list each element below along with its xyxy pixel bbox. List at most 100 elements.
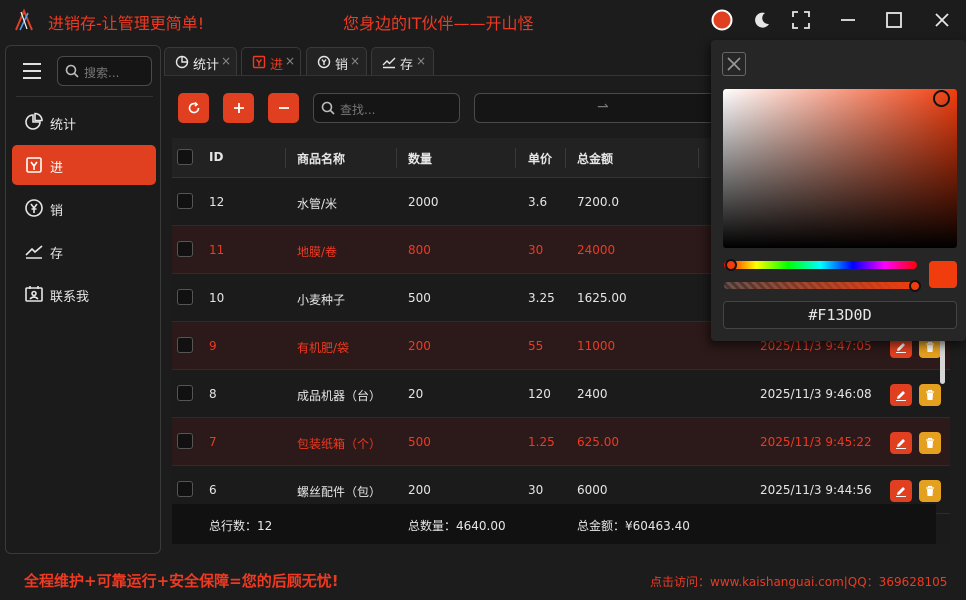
alpha-handle[interactable] <box>909 280 921 292</box>
cell-qty: 200 <box>408 339 431 353</box>
row-checkbox[interactable] <box>177 385 193 401</box>
delete-button[interactable] <box>919 480 941 502</box>
table-scrollbar[interactable] <box>940 340 945 384</box>
row-checkbox[interactable] <box>177 289 193 305</box>
column-header-name[interactable]: 商品名称 <box>297 150 345 167</box>
column-divider <box>698 148 699 168</box>
trash-icon <box>926 389 934 400</box>
app-title: 进销存-让管理更简单! <box>48 14 205 33</box>
row-checkbox[interactable] <box>177 433 193 449</box>
cell-name: 小麦种子 <box>297 293 346 307</box>
maximize-button[interactable] <box>882 8 906 32</box>
tab-label: 统计 <box>193 58 220 73</box>
delete-button[interactable] <box>919 384 941 406</box>
cell-id: 6 <box>209 483 217 497</box>
table-summary: 总行数：12 总数量：4640.00 总金额：¥60463.40 <box>172 504 936 544</box>
tab-stock[interactable]: 存 × <box>371 47 434 75</box>
alpha-slider[interactable] <box>724 282 917 289</box>
select-all-checkbox[interactable] <box>177 149 193 165</box>
row-checkbox[interactable] <box>177 193 193 209</box>
cell-qty: 800 <box>408 243 431 257</box>
theme-toggle-button[interactable] <box>750 8 774 32</box>
sidebar-item-sales[interactable]: 销 <box>12 188 156 228</box>
remove-button[interactable] <box>268 93 299 123</box>
saturation-handle[interactable] <box>933 90 950 107</box>
close-icon <box>727 57 741 71</box>
column-header-id[interactable]: ID <box>209 150 223 164</box>
minimize-icon <box>841 19 855 21</box>
trash-icon <box>926 485 934 496</box>
delete-button[interactable] <box>919 432 941 454</box>
row-checkbox[interactable] <box>177 481 193 497</box>
search-input[interactable]: 查找... <box>313 93 460 123</box>
pencil-icon <box>896 487 906 497</box>
picker-close-button[interactable] <box>722 52 746 76</box>
close-button[interactable] <box>930 8 954 32</box>
cell-id: 9 <box>209 339 217 353</box>
tab-label: 进 <box>270 58 284 73</box>
tab-sales[interactable]: 销 × <box>306 47 367 75</box>
sidebar-item-label: 进 <box>50 161 64 176</box>
column-header-price[interactable]: 单价 <box>528 150 552 167</box>
color-picker-popup: #F13D0D <box>711 40 966 341</box>
edit-button[interactable] <box>890 384 912 406</box>
cell-name: 螺丝配件（包） <box>297 485 382 499</box>
cell-price: 3.6 <box>528 195 548 209</box>
sidebar-divider <box>16 96 153 97</box>
edit-button[interactable] <box>890 432 912 454</box>
app-logo-icon <box>15 8 33 31</box>
tab-stats[interactable]: 统计 × <box>164 47 237 75</box>
sidebar-item-stock[interactable]: 存 <box>12 231 156 271</box>
sidebar-item-label: 联系我 <box>50 290 90 305</box>
moon-icon <box>755 12 769 28</box>
column-header-total[interactable]: 总金额 <box>577 150 613 167</box>
trash-icon <box>926 341 934 352</box>
cell-total: 2400 <box>577 387 608 401</box>
tab-close-icon[interactable]: × <box>416 54 426 68</box>
tab-inbound[interactable]: 进 × <box>241 47 301 75</box>
color-dot-icon <box>711 9 733 31</box>
hex-input[interactable]: #F13D0D <box>723 301 957 329</box>
add-button[interactable] <box>223 93 254 123</box>
pencil-icon <box>896 391 906 401</box>
tab-label: 存 <box>400 58 414 73</box>
trash-icon <box>926 437 934 448</box>
cell-total: 11000 <box>577 339 616 353</box>
tab-close-icon[interactable]: × <box>221 54 231 68</box>
sidebar-item-stats[interactable]: 统计 <box>12 102 156 142</box>
cell-total: 7200.0 <box>577 195 619 209</box>
table-row[interactable]: 7 包装纸箱（个） 500 1.25 625.00 2025/11/3 9:45:22 <box>172 418 950 466</box>
column-divider <box>285 148 286 168</box>
footer-link[interactable]: 点击访问：www.kaishanguai.com|QQ：369628105 <box>650 573 947 590</box>
column-header-qty[interactable]: 数量 <box>408 150 432 167</box>
fullscreen-button[interactable] <box>789 8 813 32</box>
table-row[interactable]: 8 成品机器（台） 20 120 2400 2025/11/3 9:46:08 <box>172 370 950 418</box>
row-checkbox[interactable] <box>177 337 193 353</box>
saturation-value-area[interactable] <box>723 89 957 248</box>
hue-handle[interactable] <box>725 259 737 271</box>
cell-total: 1625.00 <box>577 291 627 305</box>
cell-name: 成品机器（台） <box>297 389 382 403</box>
sidebar-item-inbound[interactable]: 进 <box>12 145 156 185</box>
color-picker-button[interactable] <box>710 8 734 32</box>
cell-price: 30 <box>528 483 544 497</box>
edit-button[interactable] <box>890 480 912 502</box>
sidebar-search-input[interactable]: 搜索... <box>57 56 152 86</box>
minus-icon <box>278 107 289 109</box>
refresh-button[interactable] <box>178 93 209 123</box>
sidebar: 搜索... 统计 进 销 存 联系我 <box>5 45 161 554</box>
cell-price: 120 <box>528 387 551 401</box>
summary-amount: 总金额：¥60463.40 <box>577 519 690 533</box>
menu-toggle-icon[interactable] <box>23 63 41 79</box>
tab-close-icon[interactable]: × <box>350 54 360 68</box>
yen-icon <box>317 55 331 69</box>
date-range-picker[interactable]: ⇀ <box>474 93 724 123</box>
row-checkbox[interactable] <box>177 241 193 257</box>
trend-icon <box>25 245 43 259</box>
sidebar-item-contact[interactable]: 联系我 <box>12 274 156 314</box>
minimize-button[interactable] <box>836 8 860 32</box>
cell-price: 30 <box>528 243 544 257</box>
tab-close-icon[interactable]: × <box>285 54 295 68</box>
column-divider <box>396 148 397 168</box>
hue-slider[interactable] <box>724 261 917 269</box>
